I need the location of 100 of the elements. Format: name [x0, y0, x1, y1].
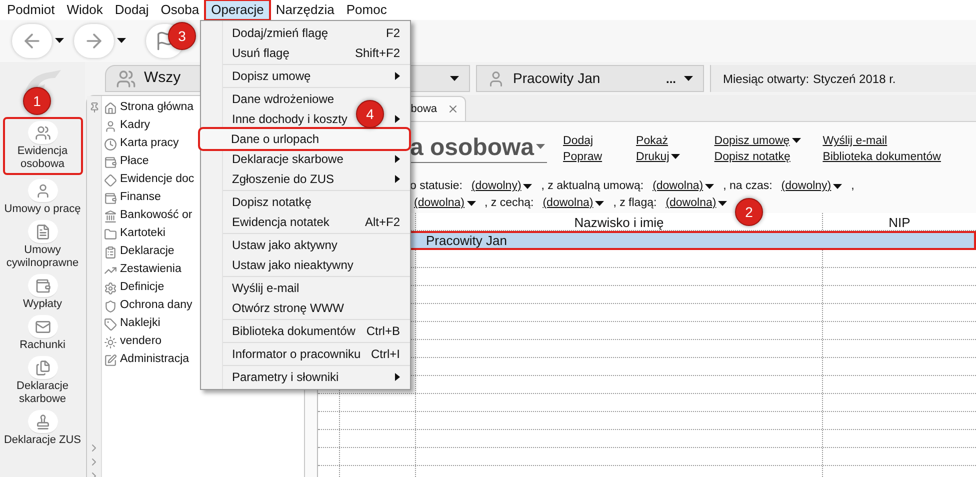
menu-item[interactable]: Dodaj [108, 0, 155, 20]
tree-item[interactable]: Strona główna [104, 99, 194, 117]
person-name: Pracowity Jan [513, 69, 600, 88]
tree-item[interactable]: Definicje [104, 279, 194, 297]
column-header[interactable]: NIP [823, 213, 976, 230]
tree-item[interactable]: Bankowość or [104, 207, 194, 225]
nav-glyph-icon [34, 124, 50, 140]
tree-item[interactable]: Naklejki [104, 315, 194, 333]
menu-entry[interactable]: Dane o urlopach [200, 129, 409, 149]
sidebar-item[interactable]: Ewidencja osobowa [2, 117, 82, 175]
menu-entry[interactable]: Wyślij e-mail [201, 278, 410, 298]
nav-glyph-icon [34, 318, 50, 334]
filter-link[interactable]: (dowolna) [652, 179, 714, 194]
action-link[interactable]: Drukuj [636, 149, 680, 165]
menu-entry[interactable]: Deklaracje skarbowe [201, 149, 410, 169]
action-link[interactable]: Biblioteka dokumentów [822, 149, 941, 165]
month-value: Styczeń 2018 r. [813, 70, 896, 88]
submenu-arrow-icon [395, 72, 400, 80]
action-link[interactable]: Dopisz umowę [714, 133, 801, 149]
shortcut-label: Ctrl+I [370, 346, 400, 363]
sidebar-item[interactable]: Deklaracje ZUS [2, 408, 82, 449]
filter-label: , [851, 179, 854, 194]
nav-glyph-icon [34, 278, 50, 294]
filter-link[interactable]: (dowolna) [666, 196, 728, 211]
menu-entry[interactable]: Parametry i słowniki [201, 367, 410, 387]
menu-entry[interactable]: Otwórz stronę WWW [201, 298, 410, 318]
caret-icon [718, 200, 728, 206]
menu-item[interactable]: Osoba [154, 0, 206, 20]
tree-icon [104, 156, 117, 168]
tree-item[interactable]: Finanse [104, 189, 194, 207]
close-icon[interactable] [447, 103, 459, 115]
person-dropdown[interactable]: Pracowity Jan ... [476, 65, 704, 92]
shortcut-label: Shift+F2 [354, 45, 400, 62]
tree-icon [104, 102, 117, 114]
sidebar-item[interactable]: Umowy cywilnoprawne [2, 218, 82, 272]
menu-entry[interactable]: Zgłoszenie do ZUS [201, 169, 410, 189]
menu-entry[interactable]: Dopisz umowę [201, 66, 410, 86]
action-link[interactable]: Popraw [563, 149, 602, 165]
menu-entry[interactable]: Biblioteka dokumentów Ctrl+B [201, 321, 410, 341]
tree-icon [104, 210, 117, 222]
caret-icon [55, 38, 64, 44]
tree-item[interactable]: Ochrona dany [104, 297, 194, 315]
tree-item[interactable]: Deklaracje [104, 243, 194, 261]
submenu-arrow-icon [395, 155, 400, 163]
more-label: ... [666, 70, 676, 88]
submenu-arrow-icon [395, 373, 400, 381]
menu-entry[interactable]: Dodaj/zmień flagę F2 [201, 23, 410, 43]
menu-item[interactable]: Narzędzia [270, 0, 340, 20]
sidebar-item[interactable]: Umowy o pracę [2, 177, 82, 218]
tree-item[interactable]: Karta pracy [104, 135, 194, 153]
filter-link[interactable]: (dowolna) [542, 196, 604, 211]
tree-icon [104, 300, 117, 312]
filter-label: , na czas: [723, 179, 772, 194]
menu-item[interactable]: Podmiot [1, 0, 61, 20]
shortcut-label: Alt+F2 [364, 214, 400, 231]
action-link[interactable]: Dopisz notatkę [714, 149, 801, 165]
sidebar-item[interactable]: Rachunki [2, 313, 82, 354]
tree-icon [104, 282, 117, 294]
caret-icon [117, 38, 126, 44]
action-link[interactable]: Wyślij e-mail [822, 133, 941, 149]
sidebar-item[interactable]: Deklaracje skarbowe [2, 354, 82, 408]
menu-entry[interactable]: Ewidencja notatek Alt+F2 [201, 212, 410, 232]
caret-icon [684, 76, 693, 82]
menu-entry[interactable]: Dopisz notatkę [201, 192, 410, 212]
menu-entry[interactable]: Ustaw jako nieaktywny [201, 255, 410, 275]
tree-icon [104, 138, 117, 150]
tree-icon [104, 354, 117, 366]
filter-link[interactable]: (dowolny) [471, 179, 532, 194]
caret-icon [536, 144, 546, 150]
tree-item[interactable]: Zestawienia [104, 261, 194, 279]
caret-icon [523, 184, 532, 190]
menu-item[interactable]: Widok [60, 0, 109, 20]
action-link[interactable]: Dodaj [563, 133, 602, 149]
action-link[interactable]: Pokaż [636, 133, 680, 149]
tree-icon [104, 246, 117, 258]
tree-item[interactable]: Kadry [104, 117, 194, 135]
back-button[interactable] [12, 24, 52, 58]
caret-icon [792, 138, 801, 144]
filter-link[interactable]: (dowolna) [414, 196, 476, 211]
filter-label: , z flagą: [613, 196, 657, 211]
tree-icon [104, 336, 117, 348]
tree-icon [104, 228, 117, 240]
pin-icon [88, 102, 100, 113]
tree-item[interactable]: Administracja [104, 351, 194, 369]
submenu-arrow-icon [395, 175, 400, 183]
tree-item[interactable]: vendero [104, 333, 194, 351]
filter-link[interactable]: (dowolny) [781, 179, 842, 194]
person-icon [487, 70, 505, 88]
sidebar-item[interactable]: Wypłaty [2, 272, 82, 313]
tree-item[interactable]: Kartoteki [104, 225, 194, 243]
caret-icon [450, 76, 459, 82]
menu-item[interactable]: Operacje [205, 0, 270, 20]
month-label: Miesiąc otwarty: [723, 70, 810, 88]
tree-item[interactable]: Płace [104, 153, 194, 171]
menu-entry[interactable]: Usuń flagę Shift+F2 [201, 43, 410, 63]
forward-button[interactable] [74, 24, 114, 58]
tree-icon [104, 174, 117, 186]
menu-entry[interactable]: Informator o pracowniku Ctrl+I [201, 344, 410, 364]
menu-item[interactable]: Pomoc [340, 0, 393, 20]
tree-item[interactable]: Ewidencje doc [104, 171, 194, 189]
